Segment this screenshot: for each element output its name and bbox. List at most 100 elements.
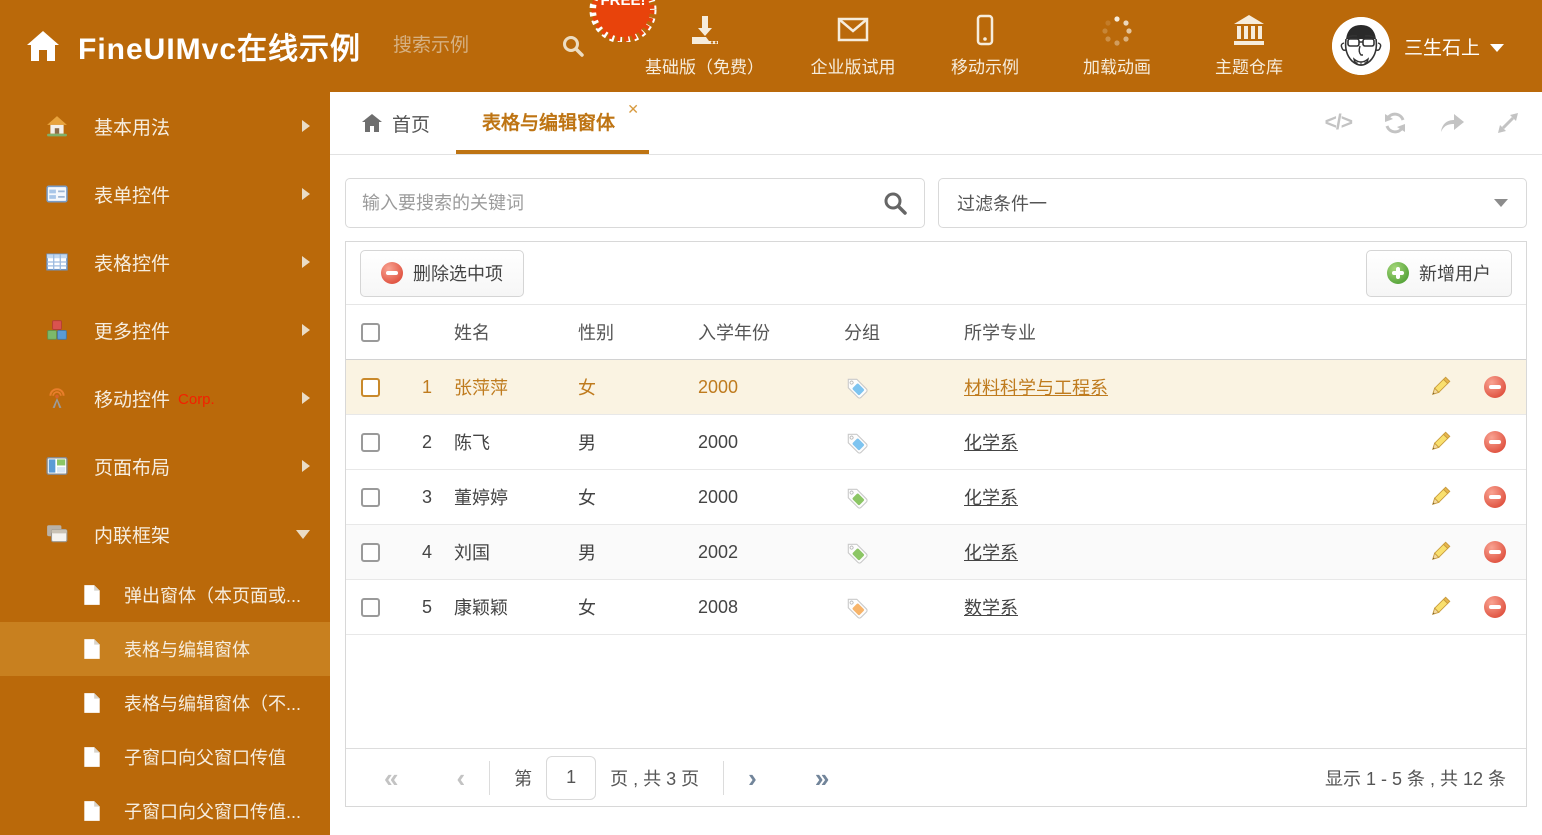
keyword-search-box[interactable] [345,178,925,228]
nav-label: 基础版（免费） [645,58,765,77]
sidebar-item-form-controls[interactable]: 表单控件 [0,160,330,228]
nav-item-theme-repo[interactable]: 主题仓库 [1206,14,1292,78]
avatar[interactable] [1332,17,1391,75]
home-icon [46,115,68,137]
sidebar-item-more-controls[interactable]: 更多控件 [0,296,330,364]
file-icon [82,638,102,660]
username: 三生石上 [1404,37,1481,59]
share-icon[interactable] [1438,111,1466,135]
page-number-input[interactable] [546,755,597,800]
tab-tools: </> [1325,92,1520,154]
tag-icon [834,485,954,509]
table-row[interactable]: 3 董婷婷 女 2000 化学系 [346,470,1526,525]
search-icon[interactable] [882,190,908,216]
grid-panel: 删除选中项 新增用户 姓名 性别 入学年份 分组 所学专业 1 张萍萍 女 20… [345,241,1527,807]
source-code-icon[interactable]: </> [1325,111,1353,135]
next-page-button[interactable]: › [748,765,757,791]
edit-icon[interactable] [1416,375,1464,399]
sidebar-item-iframe[interactable]: 内联框架 [0,500,330,568]
last-page-button[interactable]: » [815,765,829,791]
row-checkbox[interactable] [360,432,380,452]
file-icon [82,746,102,768]
row-checkbox[interactable] [360,487,380,507]
delete-icon[interactable] [1484,431,1506,453]
search-icon[interactable] [561,34,585,58]
antenna-icon [46,387,68,409]
prev-page-button[interactable]: ‹ [456,765,465,791]
nav-item-basic-edition[interactable]: 基础版（免费） [645,14,764,78]
sidebar-item-page-layout[interactable]: 页面布局 [0,432,330,500]
app-title: FineUIMvc在线示例 [78,33,362,66]
tab-grid-edit-window[interactable]: 表格与编辑窗体 ✕ [456,92,650,154]
add-user-button[interactable]: 新增用户 [1366,249,1512,297]
edit-icon[interactable] [1416,485,1464,509]
home-icon [362,114,382,132]
edit-icon[interactable] [1416,430,1464,454]
column-header-gender[interactable]: 性别 [568,319,688,345]
tab-bar: 首页 表格与编辑窗体 ✕ </> [330,92,1542,155]
refresh-icon[interactable] [1382,110,1408,136]
sidebar-item-mobile-controls[interactable]: 移动控件 Corp. [0,364,330,432]
close-icon[interactable]: ✕ [627,101,639,118]
file-icon [82,800,102,822]
major-link[interactable]: 材料科学与工程系 [964,378,1108,398]
nav-label: 主题仓库 [1215,58,1284,77]
chevron-right-icon [302,460,310,472]
nav-label: 移动示例 [951,58,1020,77]
nav-item-mobile-examples[interactable]: 移动示例 [942,14,1028,78]
major-link[interactable]: 化学系 [964,488,1018,508]
table-row[interactable]: 2 陈飞 男 2000 化学系 [346,415,1526,470]
expand-icon[interactable] [1496,111,1520,135]
column-header-year[interactable]: 入学年份 [688,319,834,345]
table-row[interactable]: 1 张萍萍 女 2000 材料科学与工程系 [346,360,1526,415]
column-header-name[interactable]: 姓名 [438,319,568,345]
tab-home[interactable]: 首页 [336,92,456,154]
delete-icon[interactable] [1484,541,1506,563]
sidebar-item-grid-controls[interactable]: 表格控件 [0,228,330,296]
header-search-input[interactable] [393,35,544,57]
delete-icon[interactable] [1484,486,1506,508]
page-suffix: 页 , 共 3 页 [610,768,700,789]
plus-circle-icon [1387,262,1409,284]
tag-icon [834,540,954,564]
edit-icon[interactable] [1416,595,1464,619]
sidebar-subitem-popup-window[interactable]: 弹出窗体（本页面或... [0,568,330,622]
filter-dropdown-value: 过滤条件一 [957,194,1047,214]
delete-icon[interactable] [1484,376,1506,398]
select-all-checkbox[interactable] [360,322,380,342]
sidebar-subitem-child-to-parent[interactable]: 子窗口向父窗口传值 [0,730,330,784]
chevron-down-icon [1494,199,1508,207]
download-icon [687,14,723,46]
row-checkbox[interactable] [360,377,380,397]
column-header-major[interactable]: 所学专业 [954,319,1416,345]
major-link[interactable]: 数学系 [964,598,1018,618]
sidebar-subitem-grid-edit-window[interactable]: 表格与编辑窗体 [0,622,330,676]
table-row[interactable]: 4 刘国 男 2002 化学系 [346,525,1526,580]
chevron-down-icon [1490,43,1505,52]
free-badge: FREE! [589,0,657,42]
nav-item-enterprise-trial[interactable]: 企业版试用 [810,14,896,78]
table-row[interactable]: 5 康颖颖 女 2008 数学系 [346,580,1526,635]
delete-icon[interactable] [1484,596,1506,618]
brand[interactable]: FineUIMvc在线示例 [26,24,361,68]
layout-icon [46,455,68,477]
row-checkbox[interactable] [360,542,380,562]
sidebar-subitem-grid-edit-window-2[interactable]: 表格与编辑窗体（不... [0,676,330,730]
nav-label: 企业版试用 [810,58,896,77]
grid-icon [46,251,68,273]
user-menu[interactable]: 三生石上 [1332,17,1505,75]
major-link[interactable]: 化学系 [964,543,1018,563]
sidebar-item-basic-usage[interactable]: 基本用法 [0,92,330,160]
row-checkbox[interactable] [360,597,380,617]
delete-selected-button[interactable]: 删除选中项 [360,249,524,297]
column-header-group[interactable]: 分组 [834,319,954,345]
major-link[interactable]: 化学系 [964,433,1018,453]
keyword-search-input[interactable] [362,192,882,214]
sidebar-subitem-child-to-parent-2[interactable]: 子窗口向父窗口传值... [0,784,330,835]
nav-item-loading-animation[interactable]: 加载动画 [1074,14,1160,78]
first-page-button[interactable]: « [384,765,398,791]
filter-dropdown[interactable]: 过滤条件一 [938,178,1527,228]
header-search[interactable] [393,34,585,58]
edit-icon[interactable] [1416,540,1464,564]
header-nav: FREE! 基础版（免费） 企业版试用 移动示例 加载动画 主题仓库 [589,0,1292,78]
